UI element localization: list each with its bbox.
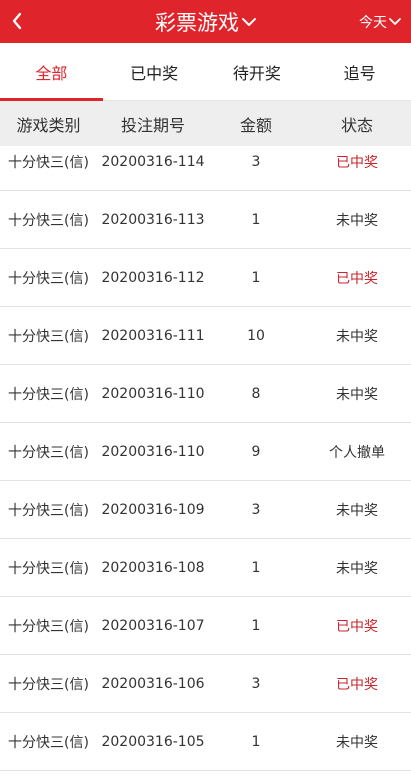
amount-cell: 1 — [251, 559, 261, 576]
period-cell: 20200316-107 — [101, 617, 205, 634]
date-range-label: 今天 — [359, 14, 387, 31]
period-cell: 20200316-105 — [101, 733, 205, 750]
period-cell: 20200316-109 — [101, 501, 205, 518]
column-header-period: 投注期号 — [120, 115, 185, 135]
status-cell: 已中奖 — [336, 618, 378, 635]
game-cell: 十分快三(信) — [8, 270, 89, 287]
status-cell: 个人撤单 — [329, 444, 385, 461]
status-cell: 已中奖 — [336, 270, 378, 287]
table-row[interactable]: 十分快三(信) 20200316-114 3 已中奖 — [0, 146, 411, 191]
tab-chase[interactable]: 追号 — [308, 43, 411, 100]
table-row[interactable]: 十分快三(信) 20200316-110 8 未中奖 — [0, 365, 411, 423]
amount-cell: 1 — [251, 211, 261, 228]
game-cell: 十分快三(信) — [8, 676, 89, 693]
amount-cell: 8 — [251, 385, 261, 402]
game-cell: 十分快三(信) — [8, 618, 89, 635]
game-cell: 十分快三(信) — [8, 560, 89, 577]
game-cell: 十分快三(信) — [8, 502, 89, 519]
game-cell: 十分快三(信) — [8, 328, 89, 345]
bet-list[interactable]: 十分快三(信) 20200316-114 3 已中奖 十分快三(信) 20200… — [0, 146, 411, 777]
table-row[interactable]: 十分快三(信) 20200316-109 3 未中奖 — [0, 481, 411, 539]
period-cell: 20200316-108 — [101, 559, 205, 576]
filter-tabs: 全部 已中奖 待开奖 追号 — [0, 43, 411, 101]
amount-cell: 3 — [251, 153, 261, 170]
table-header: 游戏类别 投注期号 金额 状态 — [0, 101, 411, 146]
period-cell: 20200316-112 — [101, 269, 205, 286]
amount-cell: 1 — [251, 733, 261, 750]
game-cell: 十分快三(信) — [8, 212, 89, 229]
status-cell: 未中奖 — [336, 734, 378, 751]
period-cell: 20200316-114 — [101, 153, 205, 170]
column-header-game: 游戏类别 — [16, 115, 81, 135]
title-dropdown[interactable]: 彩票游戏 — [0, 0, 411, 43]
period-cell: 20200316-106 — [101, 675, 205, 692]
amount-cell: 1 — [251, 269, 261, 286]
table-row[interactable]: 十分快三(信) 20200316-106 3 已中奖 — [0, 655, 411, 713]
game-cell: 十分快三(信) — [8, 444, 89, 461]
status-cell: 已中奖 — [336, 676, 378, 693]
date-range-dropdown[interactable]: 今天 — [359, 0, 401, 43]
page-title: 彩票游戏 — [155, 10, 239, 35]
status-cell: 未中奖 — [336, 386, 378, 403]
status-cell: 已中奖 — [336, 154, 378, 171]
table-row[interactable]: 十分快三(信) 20200316-111 10 未中奖 — [0, 307, 411, 365]
game-cell: 十分快三(信) — [8, 386, 89, 403]
amount-cell: 1 — [251, 617, 261, 634]
tab-all[interactable]: 全部 — [0, 43, 103, 101]
tab-pending[interactable]: 待开奖 — [206, 43, 309, 100]
period-cell: 20200316-110 — [101, 443, 205, 460]
tab-won[interactable]: 已中奖 — [103, 43, 206, 100]
table-row[interactable]: 十分快三(信) 20200316-107 1 已中奖 — [0, 597, 411, 655]
status-cell: 未中奖 — [336, 212, 378, 229]
game-cell: 十分快三(信) — [8, 154, 89, 171]
amount-cell: 9 — [251, 443, 261, 460]
table-row[interactable]: 十分快三(信) 20200316-113 1 未中奖 — [0, 191, 411, 249]
column-header-status: 状态 — [340, 115, 373, 135]
amount-cell: 3 — [251, 675, 261, 692]
period-cell: 20200316-110 — [101, 385, 205, 402]
table-row[interactable]: 十分快三(信) 20200316-108 1 未中奖 — [0, 539, 411, 597]
status-cell: 未中奖 — [336, 560, 378, 577]
status-cell: 未中奖 — [336, 502, 378, 519]
table-row[interactable]: 十分快三(信) 20200316-110 9 个人撤单 — [0, 423, 411, 481]
amount-cell: 3 — [251, 501, 261, 518]
amount-cell: 10 — [247, 327, 265, 344]
game-cell: 十分快三(信) — [8, 734, 89, 751]
period-cell: 20200316-111 — [101, 327, 205, 344]
status-cell: 未中奖 — [336, 328, 378, 345]
table-row[interactable]: 十分快三(信) 20200316-105 1 未中奖 — [0, 713, 411, 771]
column-header-amount: 金额 — [239, 115, 272, 135]
period-cell: 20200316-113 — [101, 211, 205, 228]
chevron-down-icon — [389, 18, 401, 25]
table-row[interactable]: 十分快三(信) 20200316-112 1 已中奖 — [0, 249, 411, 307]
app-header: 彩票游戏 今天 — [0, 0, 411, 43]
chevron-down-icon — [242, 17, 256, 26]
